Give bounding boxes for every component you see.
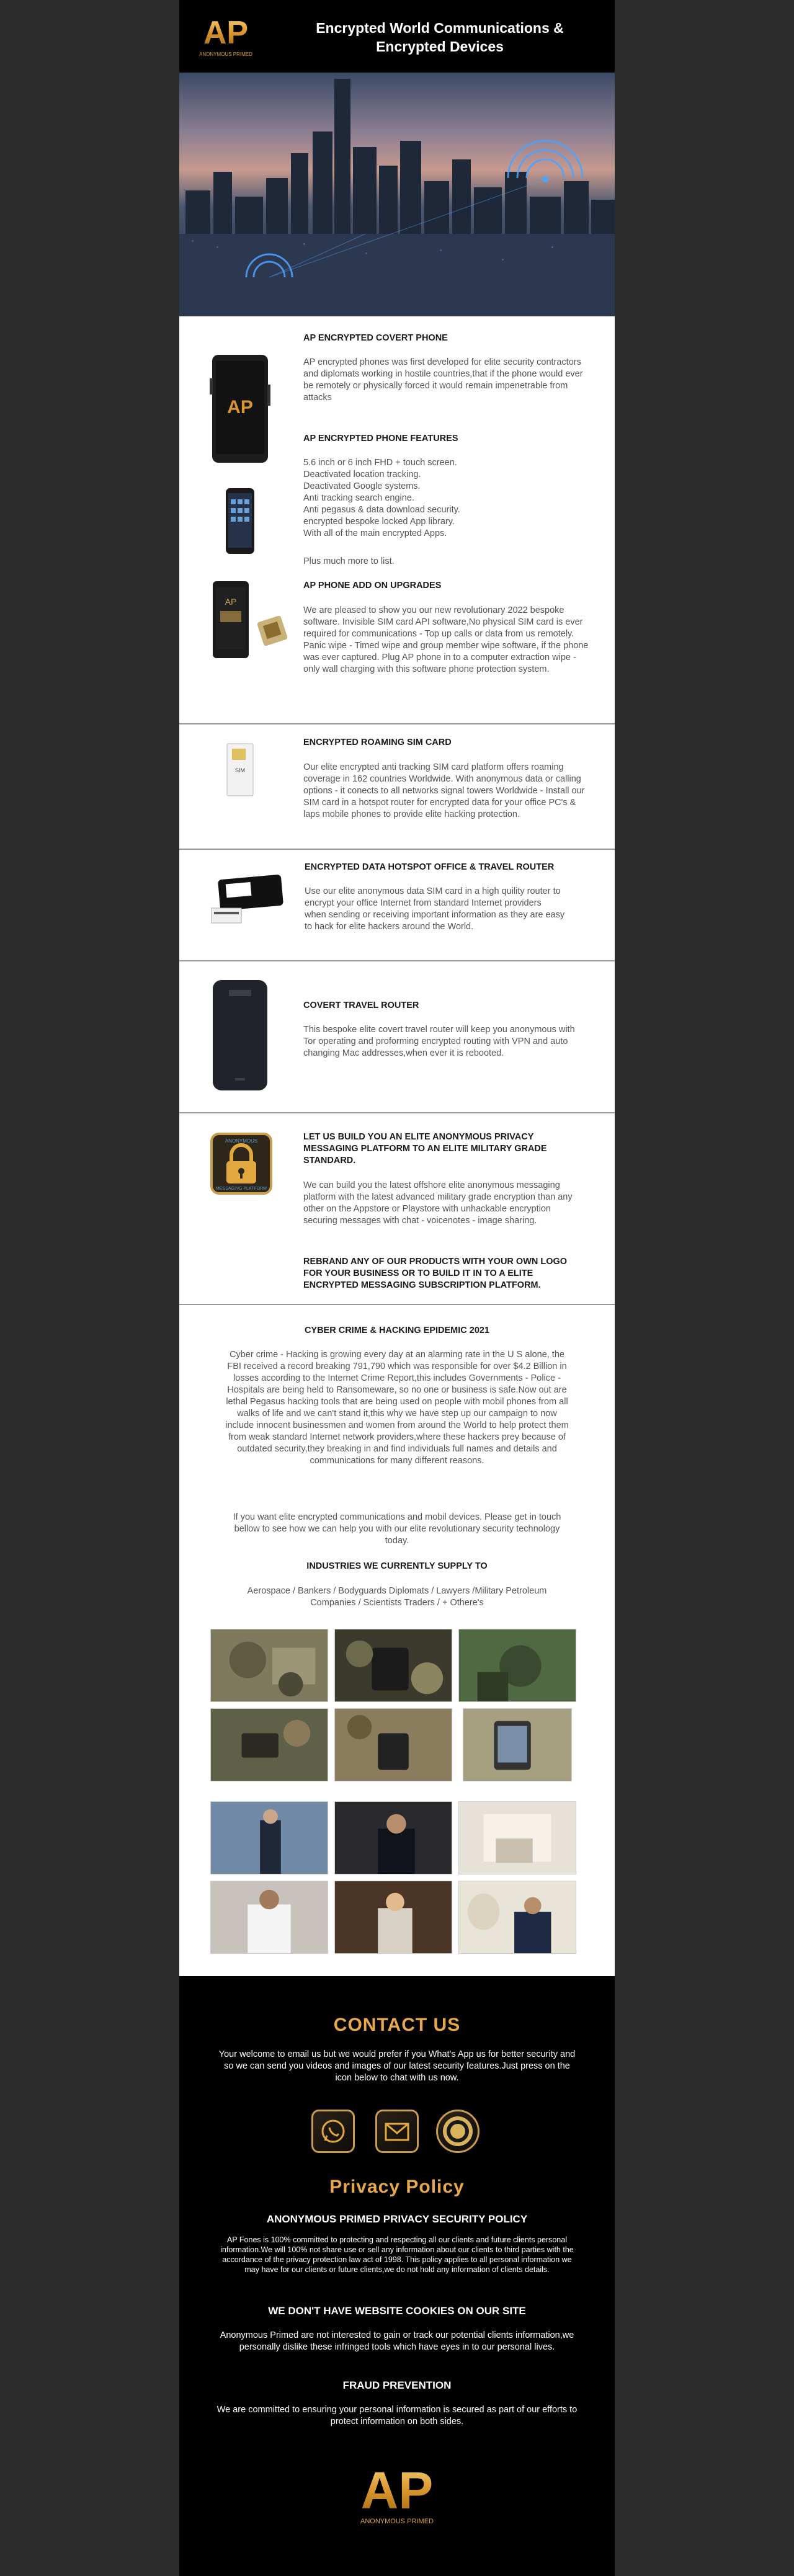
feature-item: Deactivated Google systems.	[303, 481, 421, 491]
section-divider	[179, 849, 615, 850]
covert-phone-heading: AP ENCRYPTED COVERT PHONE	[303, 333, 448, 343]
business-photo	[334, 1801, 452, 1874]
hotspot-heading: ENCRYPTED DATA HOTSPOT OFFICE & TRAVEL R…	[305, 862, 555, 872]
messaging-text: We can build you the latest offshore eli…	[303, 1180, 573, 1226]
sim-text: Our elite encrypted anti tracking SIM ca…	[303, 762, 585, 819]
business-photo	[458, 1801, 576, 1874]
padlock-icon: ANONYMOUS MESSAGING PLATFORM	[210, 1133, 272, 1195]
business-photo	[334, 1881, 452, 1954]
messaging-heading: LET US BUILD YOU AN ELITE ANONYMOUS PRIV…	[303, 1132, 547, 1165]
section-divider	[179, 1112, 615, 1113]
covert-phone-text: AP encrypted phones was first developed …	[303, 357, 583, 403]
cookies-text: Anonymous Primed are not interested to g…	[220, 2330, 574, 2352]
upgrades-text: We are pleased to show you our new revol…	[303, 605, 589, 674]
upgrade-phone-sim-image: AP	[213, 581, 288, 658]
svg-text:AP: AP	[227, 397, 253, 417]
covert-phone-image: AP	[210, 355, 270, 463]
contact-text: Your welcome to email us but we would pr…	[218, 2049, 576, 2083]
section-divider	[179, 960, 615, 961]
ap-logo[interactable]: AP ANONYMOUS PRIMED	[196, 12, 256, 60]
cyber-cta: If you want elite encrypted communicatio…	[233, 1512, 561, 1546]
svg-text:MESSAGING PLATFORM: MESSAGING PLATFORM	[216, 1187, 267, 1191]
business-photo	[458, 1881, 576, 1954]
section-divider	[179, 723, 615, 724]
military-photo	[463, 1708, 572, 1781]
seal-button[interactable]	[436, 2110, 480, 2153]
sim-card-image: SIM	[226, 743, 254, 796]
hotspot-router-image	[211, 875, 283, 924]
fraud-text: We are committed to ensuring your person…	[216, 2405, 578, 2427]
privacy-policy-heading: ANONYMOUS PRIMED PRIVACY SECURITY POLICY	[266, 2213, 528, 2225]
features-heading: AP ENCRYPTED PHONE FEATURES	[303, 434, 458, 443]
seal-icon	[443, 2116, 473, 2146]
sim-heading: ENCRYPTED ROAMING SIM CARD	[303, 738, 452, 747]
phone-apps-image	[226, 488, 254, 554]
industries-heading: INDUSTRIES WE CURRENTLY SUPPLY TO	[306, 1561, 488, 1571]
industries-text: Aerospace / Bankers / Bodyguards Diploma…	[247, 1586, 547, 1608]
ap-footer-logo: AP ANONYMOUS PRIMED	[360, 2461, 434, 2525]
military-photo	[334, 1629, 452, 1702]
features-list: 5.6 inch or 6 inch FHD + touch screen. D…	[303, 457, 589, 540]
military-photo	[210, 1708, 328, 1781]
mail-icon	[385, 2123, 409, 2141]
page-content: AP ANONYMOUS PRIMED Encrypted World Comm…	[179, 0, 615, 2576]
business-photo	[210, 1801, 328, 1874]
privacy-policy-text: AP Fones is 100% committed to protecting…	[220, 2235, 574, 2274]
military-photo	[210, 1629, 328, 1702]
cyber-heading: CYBER CRIME & HACKING EPIDEMIC 2021	[304, 1326, 490, 1335]
hero-city-skyline-image	[179, 73, 615, 316]
svg-text:ANONYMOUS PRIMED: ANONYMOUS PRIMED	[360, 2518, 434, 2525]
whatsapp-button[interactable]	[311, 2110, 355, 2153]
feature-item: 5.6 inch or 6 inch FHD + touch screen.	[303, 458, 457, 468]
feature-item: Deactivated location tracking.	[303, 470, 421, 479]
svg-text:ANONYMOUS: ANONYMOUS	[225, 1138, 257, 1144]
cyber-text: Cyber crime - Hacking is growing every d…	[225, 1350, 569, 1466]
site-footer: CONTACT US Your welcome to email us but …	[179, 1976, 615, 2576]
router-heading: COVERT TRAVEL ROUTER	[303, 1001, 419, 1010]
svg-text:ANONYMOUS PRIMED: ANONYMOUS PRIMED	[199, 51, 252, 57]
svg-text:AP: AP	[361, 2461, 434, 2520]
svg-text:SIM: SIM	[235, 767, 245, 773]
feature-item: Anti tracking search engine.	[303, 493, 414, 503]
feature-item: With all of the main encrypted Apps.	[303, 528, 447, 538]
cookies-heading: WE DON'T HAVE WEBSITE COOKIES ON OUR SIT…	[268, 2305, 526, 2317]
whatsapp-icon	[321, 2119, 345, 2143]
features-more: Plus much more to list.	[303, 556, 395, 566]
router-text: This bespoke elite covert travel router …	[303, 1025, 575, 1058]
svg-text:AP: AP	[225, 597, 237, 607]
email-button[interactable]	[375, 2110, 419, 2153]
military-photo	[334, 1708, 452, 1781]
privacy-title: Privacy Policy	[329, 2177, 465, 2197]
contact-title: CONTACT US	[333, 2015, 461, 2035]
svg-text:AP: AP	[203, 15, 248, 51]
military-photo	[458, 1629, 576, 1702]
business-photo	[210, 1881, 328, 1954]
section-divider	[179, 1304, 615, 1305]
upgrades-heading: AP PHONE ADD ON UPGRADES	[303, 581, 442, 591]
feature-item: Anti pegasus & data download security.	[303, 505, 460, 515]
hotspot-text: Use our elite anonymous data SIM card in…	[305, 886, 565, 932]
fraud-heading: FRAUD PREVENTION	[342, 2379, 452, 2391]
rebrand-text: REBRAND ANY OF OUR PRODUCTS WITH YOUR OW…	[303, 1257, 568, 1290]
feature-item: encrypted bespoke locked App library.	[303, 517, 455, 527]
site-header: AP ANONYMOUS PRIMED Encrypted World Comm…	[179, 0, 615, 73]
travel-router-image	[213, 980, 267, 1090]
page-title: Encrypted World Communications & Encrypt…	[316, 20, 564, 55]
